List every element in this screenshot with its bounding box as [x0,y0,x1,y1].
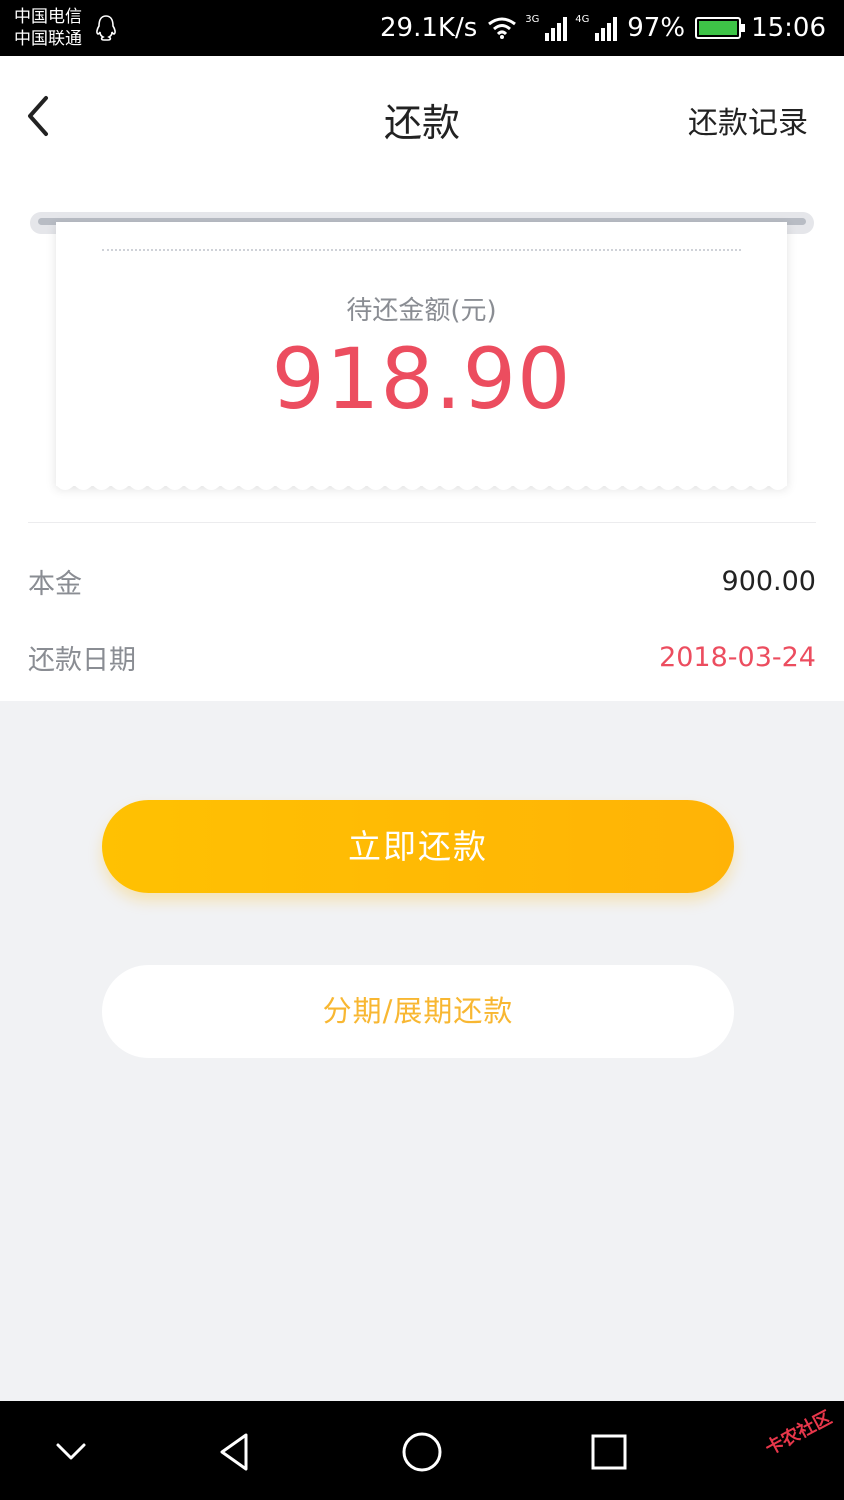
loan-info-panel: 待还金额(元) 918.90 本金 900.00 还款日期 2018-03-24 [0,176,844,701]
network-tag-2: 4G [575,14,590,25]
repay-now-button[interactable]: 立即还款 [102,800,734,893]
recent-apps-icon[interactable] [584,1427,634,1477]
due-date-row: 还款日期 2018-03-24 [28,637,816,677]
network-tag-1: 3G [525,14,540,25]
carrier-2: 中国联通 [14,29,82,49]
principal-label: 本金 [28,568,82,600]
principal-value: 900.00 [721,565,816,597]
carrier-1: 中国电信 [14,7,82,27]
network-speed: 29.1K/s [380,13,478,43]
status-bar: 中国电信 中国联通 29.1K/s 3G 4G 97% 15:06 [0,0,844,56]
section-divider [28,522,816,523]
carrier-info: 中国电信 中国联通 [14,6,82,50]
principal-row: 本金 900.00 [28,561,816,601]
repayment-history-link[interactable]: 还款记录 [688,98,808,142]
watermark-text: 卡农社区 [761,1407,836,1460]
signal-icon-1: 3G [525,14,568,41]
system-nav-bar: 卡农社区 [0,1401,844,1500]
wifi-icon [488,17,517,39]
battery-percent: 97% [627,13,686,43]
receipt-scallop-edge [56,477,787,490]
status-indicators: 29.1K/s 3G 4G 97% 15:06 [380,0,826,56]
due-date-value: 2018-03-24 [659,641,816,673]
amount-receipt: 待还金额(元) 918.90 [56,222,787,486]
amount-due-value: 918.90 [271,330,572,428]
home-circle-icon[interactable] [397,1427,447,1477]
receipt-dashed-line [102,249,741,251]
signal-icon-2: 4G [575,14,618,41]
qq-icon [96,15,116,41]
clock: 15:06 [751,13,826,43]
due-date-label: 还款日期 [28,644,136,676]
nav-bar: 还款 还款记录 [0,56,844,176]
back-triangle-icon[interactable] [210,1427,260,1477]
installment-extension-button[interactable]: 分期/展期还款 [102,965,734,1058]
chevron-down-icon[interactable] [46,1427,96,1477]
battery-icon [695,17,746,39]
amount-due-label: 待还金额(元) [346,296,497,326]
